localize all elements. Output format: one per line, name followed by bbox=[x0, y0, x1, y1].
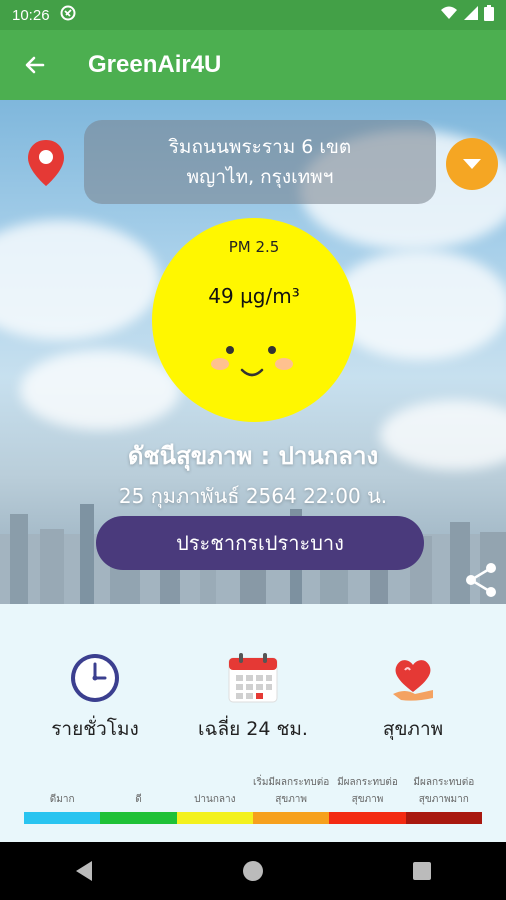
measurement-datetime: 25 กุมภาพันธ์ 2564 22:00 น. bbox=[118, 484, 388, 508]
legend-swatch bbox=[252, 812, 330, 824]
legend-label-very-good: ดีมาก bbox=[49, 794, 75, 805]
legend-swatch bbox=[329, 812, 406, 824]
health-heart-icon bbox=[393, 660, 433, 701]
average-24h-label: เฉลี่ย 24 ชม. bbox=[198, 718, 308, 740]
legend-swatch bbox=[176, 812, 253, 824]
legend-label-good: ดี bbox=[135, 794, 142, 805]
legend-label-very-unhealthy: มีผลกระทบต่อสุขภาพมาก bbox=[413, 777, 475, 805]
vulnerable-group-button[interactable]: ประชากรเปราะบาง bbox=[96, 516, 424, 570]
smiley-face-icon bbox=[211, 346, 293, 377]
back-triangle-icon[interactable] bbox=[74, 860, 94, 882]
signal-icon bbox=[464, 6, 478, 24]
status-bar: 10:26 bbox=[0, 0, 506, 30]
notification-icon bbox=[60, 5, 76, 25]
recents-square-icon[interactable] bbox=[412, 861, 432, 881]
calendar-icon bbox=[228, 653, 278, 703]
pm-label: PM 2.5 bbox=[228, 238, 280, 256]
health-label: สุขภาพ bbox=[382, 718, 444, 740]
status-time: 10:26 bbox=[12, 6, 50, 24]
pm-value: 49 µg/m³ bbox=[208, 284, 300, 308]
legend-label-starting-effects: เริ่มมีผลกระทบต่อสุขภาพ bbox=[253, 777, 330, 805]
clock-icon bbox=[71, 654, 119, 702]
system-nav-bar bbox=[0, 842, 506, 900]
feature-menu: รายชั่วโมง เฉลี่ย 24 ชม. สุขภาพ bbox=[0, 652, 506, 742]
aqi-color-bar bbox=[24, 812, 482, 824]
health-index-label: ดัชนีสุขภาพ : ปานกลาง bbox=[127, 442, 379, 470]
legend-swatch bbox=[100, 812, 177, 824]
legend-swatch bbox=[405, 812, 482, 824]
legend-label-moderate: ปานกลาง bbox=[194, 794, 236, 805]
back-button[interactable] bbox=[0, 30, 70, 100]
health-menu-item[interactable]: สุขภาพ bbox=[338, 652, 488, 744]
battery-icon bbox=[484, 5, 494, 25]
app-bar: GreenAir4U bbox=[0, 30, 506, 100]
location-pin-icon bbox=[28, 140, 64, 186]
aqi-legend: ดีมาก ดี ปานกลาง เริ่มมีผลกระทบต่อสุขภาพ… bbox=[24, 770, 482, 826]
hourly-label: รายชั่วโมง bbox=[51, 718, 139, 740]
location-dropdown-button[interactable] bbox=[446, 138, 498, 190]
air-quality-panel: ริมถนนพระราม 6 เขต พญาไท, กรุงเทพฯ PM 2.… bbox=[0, 100, 506, 604]
home-circle-icon[interactable] bbox=[242, 860, 264, 882]
location-line-2: พญาไท, กรุงเทพฯ bbox=[186, 166, 334, 188]
wifi-icon bbox=[440, 6, 458, 24]
hourly-menu-item[interactable]: รายชั่วโมง bbox=[20, 652, 170, 744]
location-line-1: ริมถนนพระราม 6 เขต bbox=[168, 136, 352, 158]
share-icon[interactable] bbox=[462, 560, 500, 600]
pm25-indicator: PM 2.5 49 µg/m³ bbox=[152, 218, 356, 422]
average-24h-menu-item[interactable]: เฉลี่ย 24 ชม. bbox=[178, 652, 328, 744]
location-display[interactable]: ริมถนนพระราม 6 เขต พญาไท, กรุงเทพฯ bbox=[84, 120, 436, 204]
legend-label-unhealthy: มีผลกระทบต่อสุขภาพ bbox=[337, 777, 398, 805]
app-title: GreenAir4U bbox=[88, 51, 222, 78]
legend-swatch bbox=[24, 812, 101, 824]
chevron-down-icon bbox=[463, 159, 481, 169]
arrow-left-icon bbox=[25, 56, 45, 74]
